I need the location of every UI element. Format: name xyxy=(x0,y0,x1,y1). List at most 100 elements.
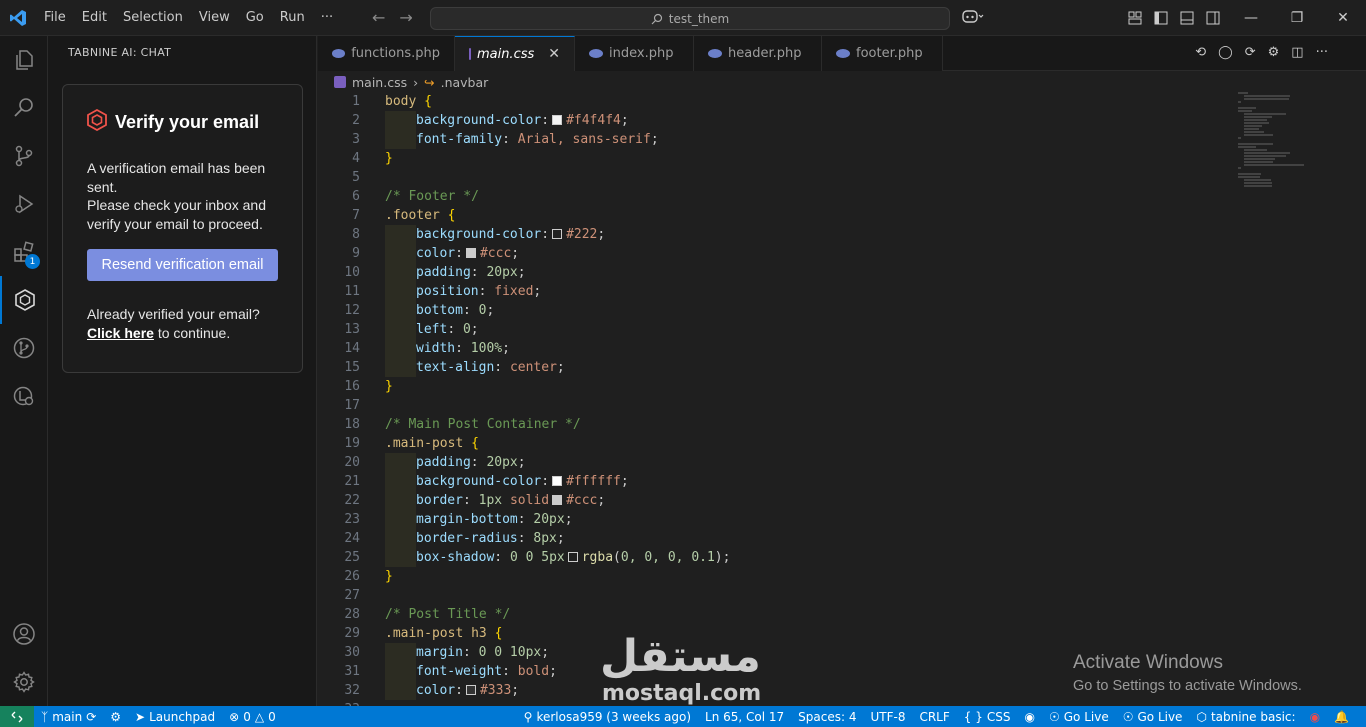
accounts-icon[interactable] xyxy=(0,610,48,658)
tab-main-css[interactable]: main.css ✕ xyxy=(455,36,575,71)
minimap[interactable] xyxy=(1238,92,1308,232)
timeline-icon[interactable]: ◯ xyxy=(1218,45,1233,60)
menu-view[interactable]: View xyxy=(191,5,238,31)
code-line[interactable]: 15 text-align: center; xyxy=(318,358,1218,377)
code-line[interactable]: 8 background-color: #222; xyxy=(318,225,1218,244)
eol-status[interactable]: CRLF xyxy=(912,710,956,724)
code-line[interactable]: 3 font-family: Arial, sans-serif; xyxy=(318,130,1218,149)
close-window-button[interactable]: ✕ xyxy=(1320,0,1366,36)
code-line[interactable]: 20 padding: 20px; xyxy=(318,453,1218,472)
search-view-icon[interactable] xyxy=(0,84,48,132)
language-mode[interactable]: { } CSS xyxy=(957,710,1018,724)
code-line[interactable]: 2 background-color: #f4f4f4; xyxy=(318,111,1218,130)
next-change-icon[interactable]: ⟳ xyxy=(1245,45,1256,60)
menu-edit[interactable]: Edit xyxy=(74,5,115,31)
code-line[interactable]: 1 body { xyxy=(318,92,1218,111)
code-line[interactable]: 22 border: 1px solid #ccc; xyxy=(318,491,1218,510)
menu-selection[interactable]: Selection xyxy=(115,5,191,31)
code-token: : xyxy=(447,322,463,337)
code-line[interactable]: 6 /* Footer */ xyxy=(318,187,1218,206)
breadcrumb-symbol[interactable]: .navbar xyxy=(441,75,489,90)
breadcrumb-file[interactable]: main.css xyxy=(352,75,407,90)
command-center-search[interactable]: test_them xyxy=(430,7,950,30)
launchpad-status[interactable]: ➤ Launchpad xyxy=(128,710,222,724)
indentation-status[interactable]: Spaces: 4 xyxy=(791,710,863,724)
code-line[interactable]: 4} xyxy=(318,149,1218,168)
close-tab-icon[interactable]: ✕ xyxy=(548,46,560,62)
line-content: width: 100%; xyxy=(385,339,510,358)
copilot-icon[interactable] xyxy=(962,8,984,28)
code-line[interactable]: 13 left: 0; xyxy=(318,320,1218,339)
remote-explorer-icon[interactable] xyxy=(0,372,48,420)
line-content: } xyxy=(385,149,393,168)
git-graph-status[interactable]: ⚙ xyxy=(103,710,128,724)
more-actions-icon[interactable]: ··· xyxy=(1316,45,1328,60)
resend-verification-button[interactable]: Resend verification email xyxy=(87,249,278,281)
notifications-bell-icon[interactable]: 🔔 xyxy=(1327,710,1356,724)
extensions-icon[interactable]: 1 xyxy=(0,228,48,276)
tab-footer-php[interactable]: footer.php xyxy=(822,36,943,71)
go-live-status-1[interactable]: ☉ Go Live xyxy=(1042,710,1116,724)
customize-layout-icon[interactable] xyxy=(1128,10,1142,29)
code-line[interactable]: 12 bottom: 0; xyxy=(318,301,1218,320)
stop-icon[interactable]: ◉ xyxy=(1303,710,1327,724)
code-line[interactable]: 27 xyxy=(318,586,1218,605)
code-line[interactable]: 9 color: #ccc; xyxy=(318,244,1218,263)
code-line[interactable]: 5 xyxy=(318,168,1218,187)
copilot-status-icon[interactable]: ◉ xyxy=(1018,710,1042,724)
tab-functions-php[interactable]: functions.php xyxy=(318,36,455,71)
restore-button[interactable]: ❐ xyxy=(1274,0,1320,36)
menu-run[interactable]: Run xyxy=(272,5,313,31)
menu-file[interactable]: File xyxy=(36,5,74,31)
tabnine-icon[interactable] xyxy=(0,276,48,324)
code-line[interactable]: 14 width: 100%; xyxy=(318,339,1218,358)
menu-go[interactable]: Go xyxy=(238,5,272,31)
sync-icon[interactable]: ⟳ xyxy=(86,710,96,724)
toggle-primary-sidebar-icon[interactable] xyxy=(1154,10,1168,29)
check-inbox-text: Please check your inbox and verify your … xyxy=(87,197,266,232)
tabnine-status[interactable]: ⬡ tabnine basic: xyxy=(1189,710,1302,724)
git-graph-editor-icon[interactable]: ⚙ xyxy=(1268,45,1280,60)
code-line[interactable]: 21 background-color: #ffffff; xyxy=(318,472,1218,491)
cursor-position[interactable]: Ln 65, Col 17 xyxy=(698,710,791,724)
code-line[interactable]: 11 position: fixed; xyxy=(318,282,1218,301)
code-line[interactable]: 10 padding: 20px; xyxy=(318,263,1218,282)
back-arrow-icon[interactable]: ← xyxy=(372,8,385,27)
branch-status[interactable]: ᛉ main ⟳ xyxy=(34,710,103,724)
tab-header-php[interactable]: header.php xyxy=(694,36,822,71)
code-editor[interactable]: 1 body {2 background-color: #f4f4f4; 3 font-f… xyxy=(318,92,1366,706)
click-here-link[interactable]: Click here xyxy=(87,325,154,341)
line-number: 1 xyxy=(352,94,360,109)
encoding-status[interactable]: UTF-8 xyxy=(863,710,912,724)
code-line[interactable]: 17 xyxy=(318,396,1218,415)
source-control-icon[interactable] xyxy=(0,132,48,180)
code-token: ; xyxy=(549,664,557,679)
toggle-panel-icon[interactable] xyxy=(1180,10,1194,29)
split-editor-icon[interactable]: ◫ xyxy=(1291,45,1303,60)
indent-guide xyxy=(385,681,416,700)
menu-more[interactable]: ··· xyxy=(313,5,341,31)
problems-status[interactable]: ⊗ 0 △ 0 xyxy=(222,710,283,724)
code-line[interactable]: 28 /* Post Title */ xyxy=(318,605,1218,624)
code-line[interactable]: 24 border-radius: 8px; xyxy=(318,529,1218,548)
run-debug-icon[interactable] xyxy=(0,180,48,228)
code-line[interactable]: 7 .footer { xyxy=(318,206,1218,225)
code-line[interactable]: 19 .main-post { xyxy=(318,434,1218,453)
code-line[interactable]: 25 box-shadow: 0 0 5px rgba(0, 0, 0, 0.1); xyxy=(318,548,1218,567)
settings-gear-icon[interactable] xyxy=(0,658,48,706)
forward-arrow-icon[interactable]: → xyxy=(399,8,412,27)
toggle-secondary-sidebar-icon[interactable] xyxy=(1206,10,1220,29)
remote-indicator-icon[interactable] xyxy=(0,706,34,727)
tab-index-php[interactable]: index.php xyxy=(575,36,694,71)
git-blame-status[interactable]: ⚲ kerlosa959 (3 weeks ago) xyxy=(517,710,698,724)
minimize-button[interactable]: — xyxy=(1228,0,1274,36)
go-live-status-2[interactable]: ☉ Go Live xyxy=(1116,710,1190,724)
open-changes-icon[interactable]: ⟲ xyxy=(1195,45,1206,60)
git-graph-icon[interactable] xyxy=(0,324,48,372)
code-line[interactable]: 26} xyxy=(318,567,1218,586)
explorer-icon[interactable] xyxy=(0,36,48,84)
code-line[interactable]: 16} xyxy=(318,377,1218,396)
code-line[interactable]: 23 margin-bottom: 20px; xyxy=(318,510,1218,529)
code-line[interactable]: 18 /* Main Post Container */ xyxy=(318,415,1218,434)
